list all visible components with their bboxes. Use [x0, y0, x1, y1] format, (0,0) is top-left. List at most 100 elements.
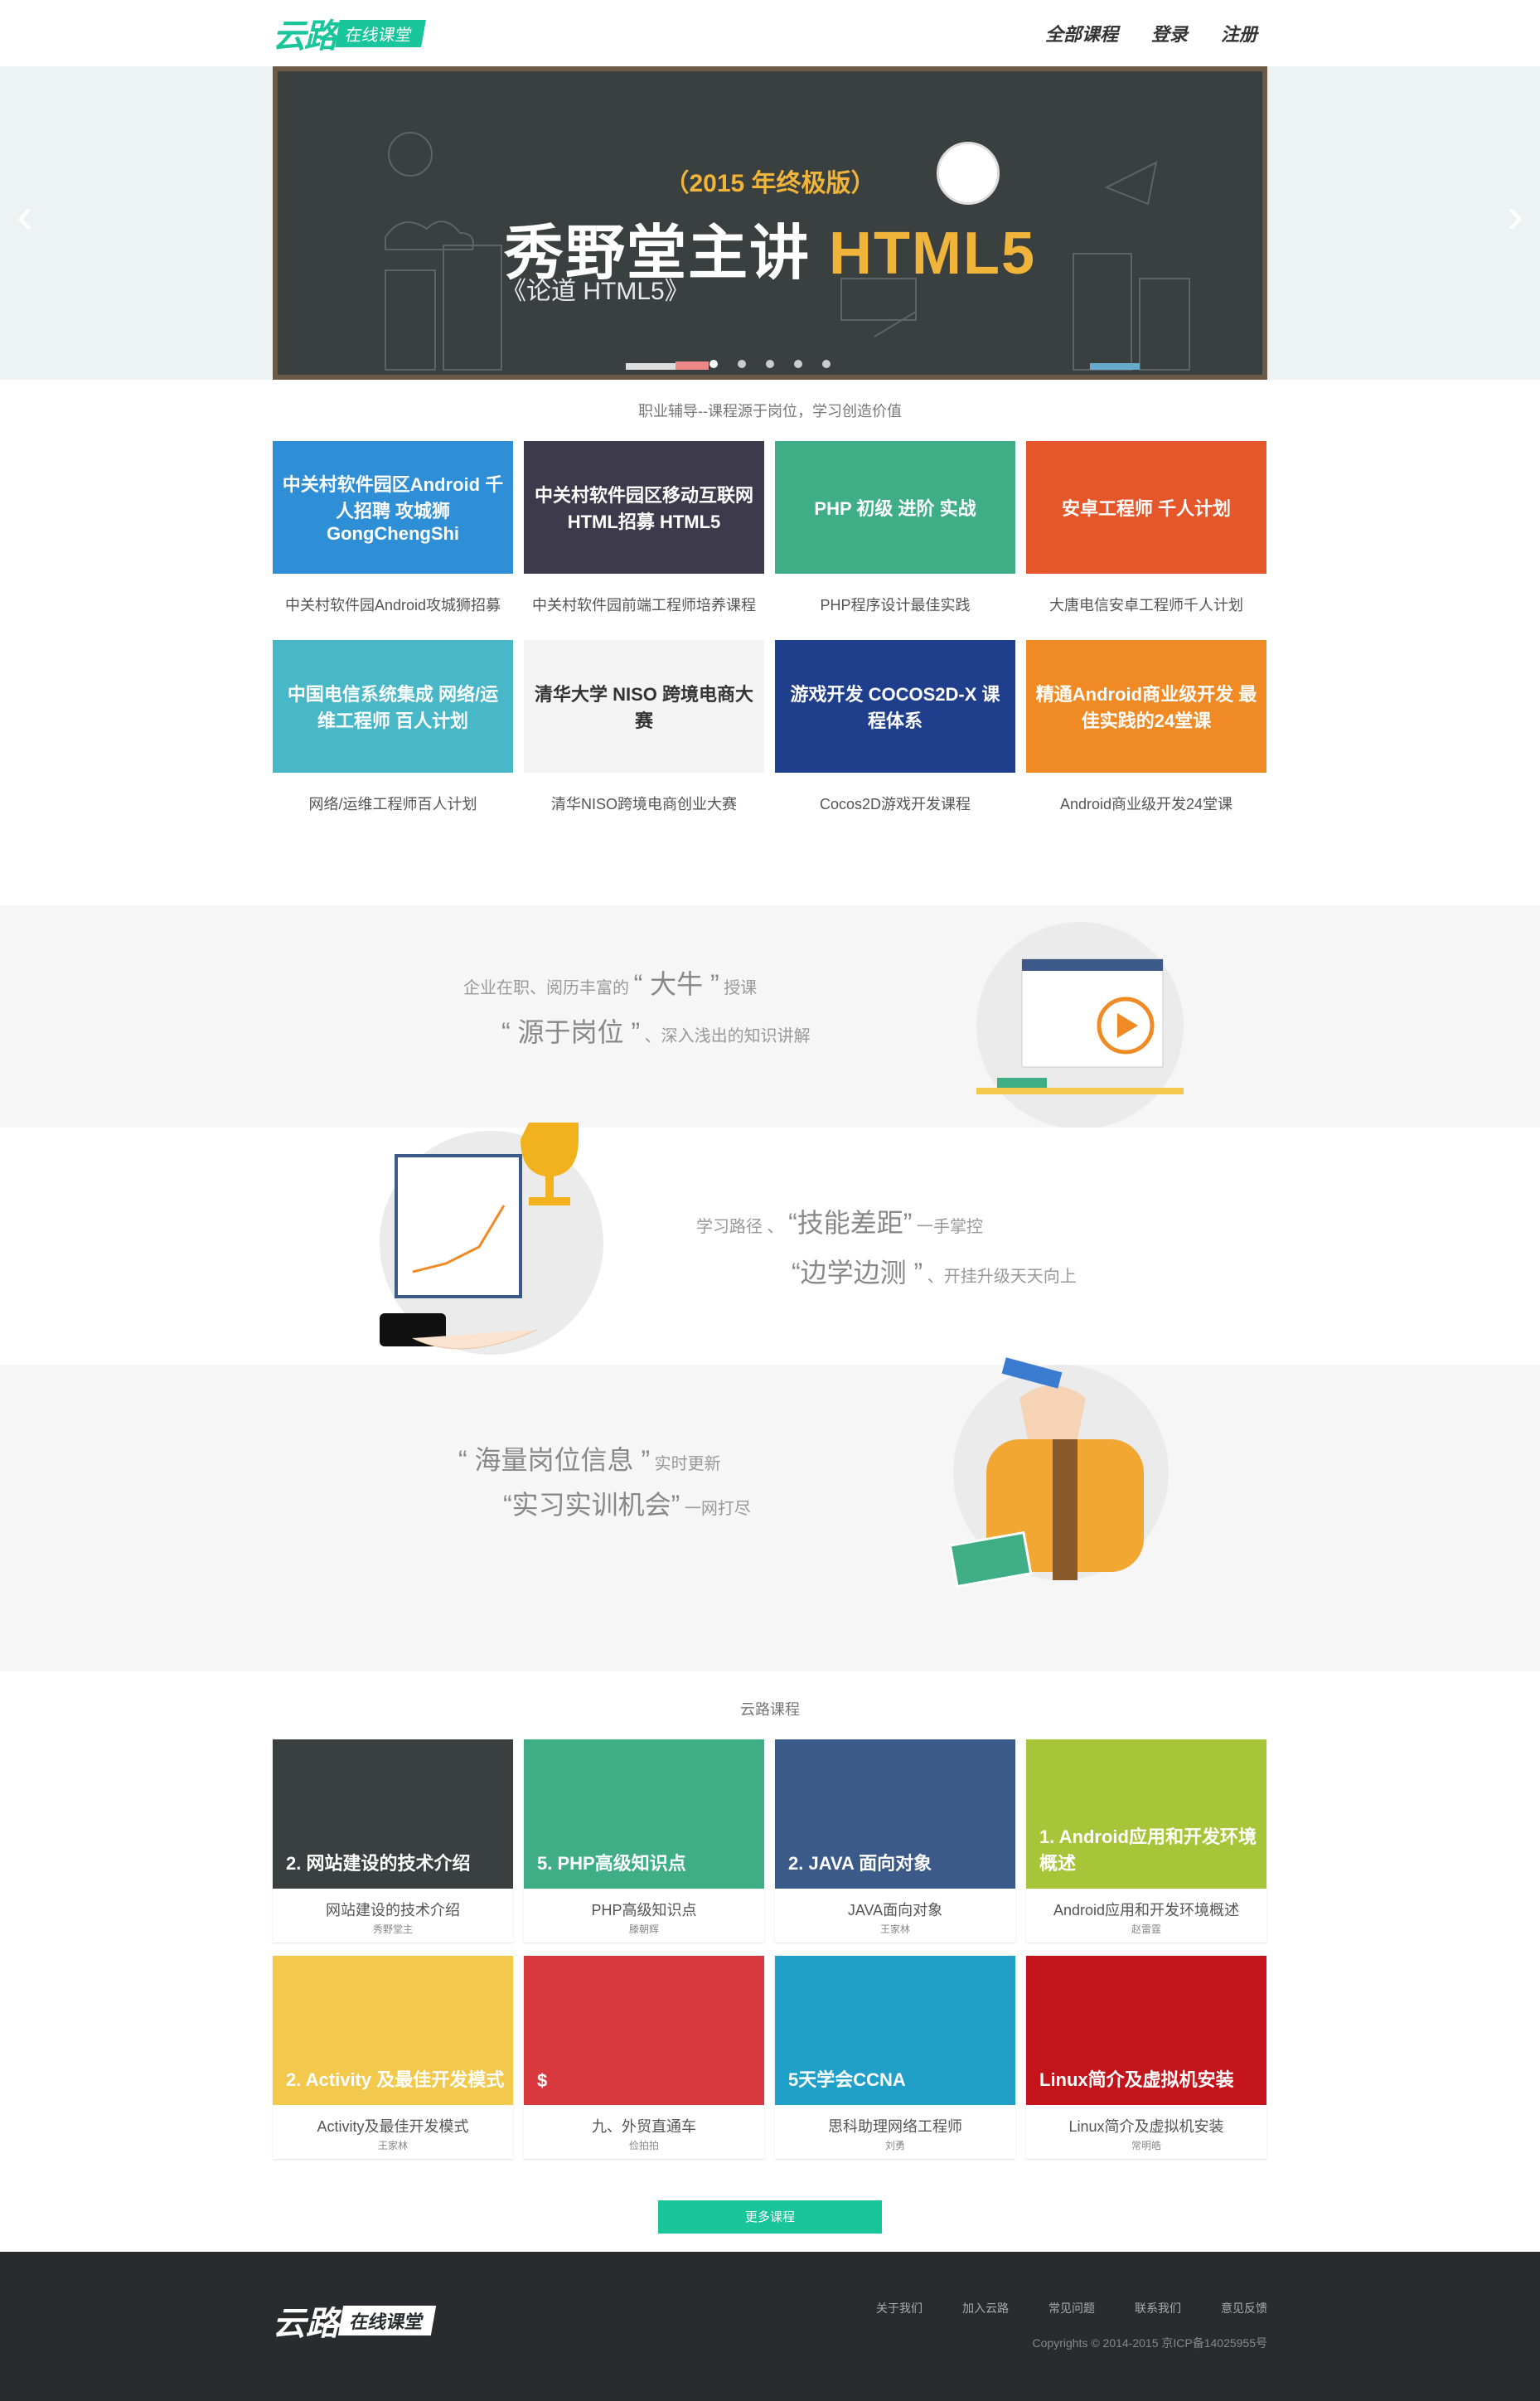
course-thumb[interactable]: 5. PHP高级知识点 — [524, 1739, 764, 1889]
course-card[interactable]: 2. JAVA 面向对象 JAVA面向对象王家林 — [775, 1739, 1015, 1943]
career-thumb[interactable]: 清华大学 NISO 跨境电商大赛 — [524, 640, 764, 773]
banner-dots — [278, 357, 1262, 372]
course-card[interactable]: Linux简介及虚拟机安装 Linux简介及虚拟机安装 常明皓 — [1026, 1956, 1266, 2159]
course-thumb[interactable]: 2. JAVA 面向对象 — [775, 1739, 1015, 1889]
course-name[interactable]: Linux简介及虚拟机安装 — [1026, 2115, 1266, 2137]
course-teacher: 王家林 — [879, 1923, 910, 1935]
course-grid: 2. 网站建设的技术介绍 网站建设的技术介绍 秀野堂主 5. PHP高级知识点 PHP高… — [273, 1739, 1267, 2159]
feature-band-1: 企业在职、阅历丰富的 “ 大牛 ” 授课 “ 源于岗位 ” 、深入浅出的知识讲解 — [0, 905, 1540, 1129]
nav-all-courses[interactable]: 全部课程 — [1045, 20, 1118, 46]
feature-1-quote: “ 源于岗位 ” — [501, 1017, 641, 1047]
career-label[interactable]: Android商业级开发24堂课 — [1026, 793, 1266, 814]
banner-dot[interactable] — [822, 360, 831, 368]
career-card[interactable]: 清华大学 NISO 跨境电商大赛清华NISO跨境电商创业大赛 — [524, 640, 764, 814]
footer-link-contact[interactable]: 联系我们 — [1135, 2300, 1181, 2316]
course-teacher: 王家林 — [377, 2140, 408, 2151]
course-card[interactable]: 2. Activity 及最佳开发模式 Activity及最佳开发模式王家林 — [273, 1956, 513, 2159]
feature-3-quote: “ 海量岗位信息 ” — [458, 1445, 651, 1475]
course-name[interactable]: 网站建设的技术介绍 — [273, 1899, 513, 1920]
career-card[interactable]: 安卓工程师 千人计划大唐电信安卓工程师千人计划 — [1026, 441, 1266, 615]
career-thumb[interactable]: 安卓工程师 千人计划 — [1026, 441, 1266, 574]
course-thumb[interactable]: 1. Android应用和开发环境概述 — [1026, 1739, 1266, 1889]
course-teacher: 秀野堂主 — [372, 1923, 413, 1935]
career-thumb[interactable]: 精通Android商业级开发 最佳实践的24堂课 — [1026, 640, 1266, 773]
feature-1-text: 、深入浅出的知识讲解 — [644, 1027, 811, 1045]
banner-dot[interactable] — [738, 360, 746, 368]
course-thumb[interactable]: 2. Activity 及最佳开发模式 — [273, 1956, 513, 2105]
banner-caption: 《论道 HTML5》 — [501, 278, 690, 305]
nav-register[interactable]: 注册 — [1221, 20, 1257, 46]
banner-slide[interactable]: （2015 年终极版） 秀野堂主讲 HTML5 《论道 HTML5》 — [273, 66, 1267, 380]
career-thumb[interactable]: 游戏开发 COCOS2D-X 课程体系 — [775, 640, 1015, 773]
site-logo[interactable]: 云路 在线课堂 — [273, 17, 426, 55]
career-label[interactable]: PHP程序设计最佳实践 — [775, 594, 1015, 615]
course-thumb[interactable]: 5天学会CCNA — [775, 1956, 1015, 2105]
course-name[interactable]: Android应用和开发环境概述 — [1026, 1899, 1266, 1920]
career-thumb[interactable]: 中国电信系统集成 网络/运维工程师 百人计划 — [273, 640, 513, 773]
footer-logo-main: 云路 — [273, 2306, 339, 2342]
career-card[interactable]: 精通Android商业级开发 最佳实践的24堂课 Android商业级开发24堂课 — [1026, 640, 1266, 814]
banner-dot[interactable] — [709, 360, 718, 368]
instructor-avatar — [937, 142, 1000, 205]
skill-chart-illustration — [380, 1123, 603, 1355]
career-label[interactable]: 中关村软件园Android攻城狮招募 — [273, 594, 513, 615]
banner-dot[interactable] — [794, 360, 802, 368]
feature-band-2: 学习路径 、 “技能差距” 一手掌控 “边学边测 ” 、开挂升级天天向上 — [0, 1123, 1540, 1365]
banner-prev-arrow-icon[interactable]: ‹ — [8, 182, 41, 249]
course-name[interactable]: 思科助理网络工程师 — [775, 2115, 1015, 2137]
monitor-play-icon — [976, 958, 1184, 1094]
career-label[interactable]: 清华NISO跨境电商创业大赛 — [524, 793, 764, 814]
career-label[interactable]: 大唐电信安卓工程师千人计划 — [1026, 594, 1266, 615]
course-card[interactable]: $ 九、外贸直通车 俭拍拍 — [524, 1956, 764, 2159]
course-thumb[interactable]: $ — [524, 1956, 764, 2105]
course-teacher: 赵雷霆 — [1131, 1923, 1161, 1935]
course-name[interactable]: JAVA面向对象 — [775, 1899, 1015, 1920]
feature-2-quote: “技能差距” — [788, 1208, 913, 1238]
footer-link-feedback[interactable]: 意见反馈 — [1221, 2300, 1267, 2316]
feature-band-3: “ 海量岗位信息 ” 实时更新 “实习实训机会” 一网打尽 — [0, 1357, 1540, 1671]
career-card[interactable]: PHP 初级 进阶 实战 PHP程序设计最佳实践 — [775, 441, 1015, 615]
briefcase-illustration — [948, 1357, 1169, 1589]
career-card[interactable]: 中国电信系统集成 网络/运维工程师 百人计划网络/运维工程师百人计划 — [273, 640, 513, 814]
feature-3-line-1: “ 海量岗位信息 ” 实时更新 — [458, 1439, 721, 1477]
feature-1-line-1: 企业在职、阅历丰富的 “ 大牛 ” 授课 — [463, 963, 757, 1002]
feature-2-quote: “边学边测 ” — [792, 1258, 923, 1288]
course-card[interactable]: 5天学会CCNA 思科助理网络工程师 刘勇 — [775, 1956, 1015, 2159]
feature-1-line-2: “ 源于岗位 ” 、深入浅出的知识讲解 — [501, 1011, 811, 1050]
course-name[interactable]: 九、外贸直通车 — [524, 2115, 764, 2137]
course-name[interactable]: PHP高级知识点 — [524, 1899, 764, 1920]
course-thumb[interactable]: 2. 网站建设的技术介绍 — [273, 1739, 513, 1889]
career-label[interactable]: 网络/运维工程师百人计划 — [273, 793, 513, 814]
career-grid: 中关村软件园区Android 千人招聘 攻城狮 GongChengShi 中关村软… — [273, 441, 1267, 814]
footer-link-faq[interactable]: 常见问题 — [1048, 2300, 1095, 2316]
course-card[interactable]: 2. 网站建设的技术介绍网站建设的技术介绍秀野堂主 — [273, 1739, 513, 1943]
footer-logo[interactable]: 云路 在线课堂 — [273, 2297, 437, 2345]
site-header: 云路 在线课堂 全部课程 登录 注册 — [0, 0, 1540, 66]
logo-tag-text: 在线课堂 — [335, 19, 426, 47]
feature-1-quote: “ 大牛 ” — [633, 969, 719, 999]
footer-link-join[interactable]: 加入云路 — [962, 2300, 1009, 2316]
career-thumb[interactable]: 中关村软件园区Android 千人招聘 攻城狮 GongChengShi — [273, 441, 513, 574]
career-card[interactable]: 中关村软件园区Android 千人招聘 攻城狮 GongChengShi 中关村软… — [273, 441, 513, 615]
career-label[interactable]: Cocos2D游戏开发课程 — [775, 793, 1015, 814]
career-thumb[interactable]: 中关村软件园区移动互联网HTML招募 HTML5 — [524, 441, 764, 574]
nav-login[interactable]: 登录 — [1151, 20, 1188, 46]
feature-3-line-2: “实习实训机会” 一网打尽 — [503, 1484, 751, 1522]
footer-link-about[interactable]: 关于我们 — [876, 2300, 923, 2316]
feature-3-quote: “实习实训机会” — [503, 1490, 680, 1520]
career-card[interactable]: 中关村软件园区移动互联网HTML招募 HTML5 中关村软件园前端工程师培养课程 — [524, 441, 764, 615]
career-card[interactable]: 游戏开发 COCOS2D-X 课程体系 Cocos2D游戏开发课程 — [775, 640, 1015, 814]
course-name[interactable]: Activity及最佳开发模式 — [273, 2115, 513, 2137]
career-label[interactable]: 中关村软件园前端工程师培养课程 — [524, 594, 764, 615]
course-card[interactable]: 1. Android应用和开发环境概述 Android应用和开发环境概述赵雷霆 — [1026, 1739, 1266, 1943]
banner-dot[interactable] — [766, 360, 774, 368]
courses-section: 云路课程 2. 网站建设的技术介绍 网站建设的技术介绍 秀野堂主 5. PHP高级知识… — [273, 1698, 1267, 2234]
briefcase-icon — [948, 1357, 1144, 1589]
course-card[interactable]: 5. PHP高级知识点 PHP高级知识点 滕朝辉 — [524, 1739, 764, 1943]
course-thumb[interactable]: Linux简介及虚拟机安装 — [1026, 1956, 1266, 2105]
feature-2-text: 、开挂升级天天向上 — [927, 1268, 1077, 1286]
career-thumb[interactable]: PHP 初级 进阶 实战 — [775, 441, 1015, 574]
banner-next-arrow-icon[interactable]: › — [1499, 182, 1532, 249]
site-footer: 云路 在线课堂 关于我们 加入云路 常见问题 联系我们 意见反馈 Copyrig… — [0, 2252, 1540, 2401]
more-courses-button[interactable]: 更多课程 — [658, 2200, 882, 2234]
